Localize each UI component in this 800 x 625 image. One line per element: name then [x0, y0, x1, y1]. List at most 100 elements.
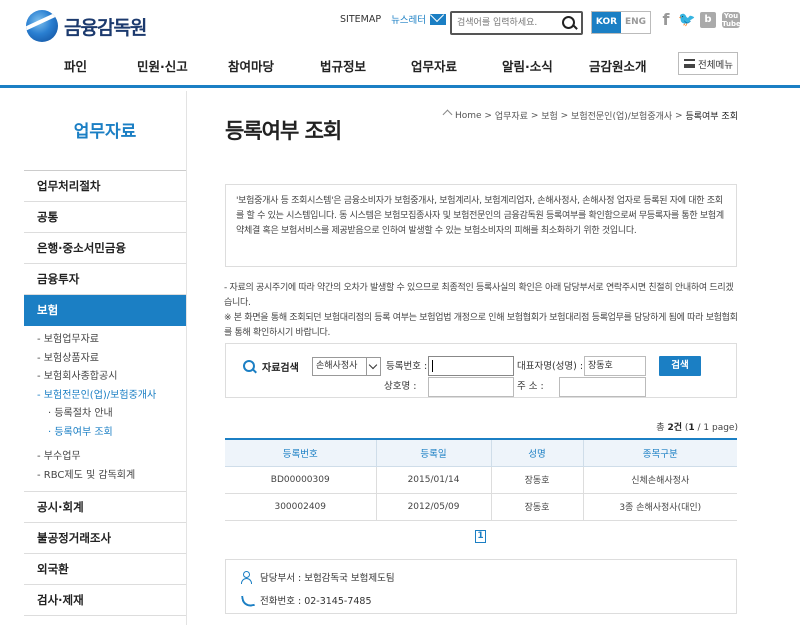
table-row[interactable]: 300002409 2012/05/09 장동호 3종 손해사정사(대인): [225, 493, 737, 521]
col-reg-no: 등록번호: [225, 439, 376, 467]
site-search: [450, 11, 583, 35]
results-table: 등록번호 등록일 성명 종목구분 BD00000309 2015/01/14 장…: [225, 438, 737, 521]
address-input[interactable]: [559, 377, 646, 397]
blog-icon[interactable]: b: [700, 12, 716, 28]
breadcrumb-item[interactable]: 업무자료: [495, 109, 528, 122]
contact-info: 담당부서 : 보험감독국 보험제도팀 전화번호 : 02-3145-7485: [225, 559, 737, 614]
sidebar-subitem[interactable]: - RBC제도 및 감독회계: [24, 467, 186, 486]
gnb-item-news[interactable]: 알림·소식: [502, 56, 553, 75]
gnb-item-regulations[interactable]: 법규정보: [320, 56, 366, 75]
search-button[interactable]: 검색: [659, 356, 701, 376]
table-row[interactable]: BD00000309 2015/01/14 장동호 신체손해사정사: [225, 466, 737, 494]
language-switch: KOR ENG: [591, 11, 651, 34]
rep-name-label: 대표자명(성명) :: [517, 361, 584, 372]
search-icon[interactable]: [561, 15, 577, 31]
pagination-page-1[interactable]: 1: [475, 530, 486, 543]
search-icon: [243, 359, 257, 374]
home-icon: [443, 112, 452, 120]
gnb-item-fine[interactable]: 파인: [64, 56, 87, 75]
col-reg-date: 등록일: [375, 439, 491, 467]
sidebar-subsubitem[interactable]: · 등록절차 안내: [24, 405, 186, 424]
sidebar-subitem[interactable]: - 보험상품자료: [24, 350, 186, 369]
breadcrumb-item[interactable]: 보험: [541, 109, 558, 122]
sidebar-item-common[interactable]: 공통: [24, 202, 186, 233]
sidebar-subitem-broker[interactable]: - 보험전문인(업)/보험중개사: [24, 387, 186, 406]
company-label: 상호명 :: [384, 381, 417, 392]
gnb-item-participation[interactable]: 참여마당: [228, 56, 274, 75]
cell-reg-date: 2015/01/14: [375, 466, 491, 494]
sidebar-submenu-insurance: - 보험업무자료 - 보험상품자료 - 보험회사종합공시 - 보험전문인(업)/…: [24, 326, 186, 492]
breadcrumb-item[interactable]: 보험전문인(업)/보험중개사: [571, 109, 672, 122]
person-icon: [241, 570, 252, 584]
sidebar: 업무자료 업무처리절차 공통 은행·중소서민금융 금융투자 보험 - 보험업무자…: [24, 91, 186, 625]
breadcrumb: Home > 업무자료 > 보험 > 보험전문인(업)/보험중개사 > 등록여부…: [443, 109, 738, 123]
sidebar-item-etc[interactable]: 기타: [24, 616, 186, 625]
cell-category: 신체손해사정사: [582, 466, 737, 494]
address-label: 주 소 :: [517, 381, 544, 392]
system-description: '보험중개사 등 조회시스템'은 금융소비자가 보험중개사, 보험계리사, 보험…: [225, 184, 737, 267]
all-menu-button[interactable]: 전체메뉴: [678, 52, 738, 75]
logo-globe-icon: [26, 10, 58, 42]
sidebar-item-investment[interactable]: 금융투자: [24, 264, 186, 295]
note-agency: ※ 본 화면을 통해 조회되던 보험대리점의 등록 여부는 보험업법 개정으로 …: [224, 313, 738, 338]
reg-no-label: 등록번호 :: [386, 361, 428, 372]
sidebar-item-bank[interactable]: 은행·중소서민금융: [24, 233, 186, 264]
sidebar-menu: 업무처리절차 공통 은행·중소서민금융 금융투자 보험 - 보험업무자료 - 보…: [24, 170, 186, 625]
sns-links: f 🐦 b You Tube: [660, 12, 746, 28]
gnb-item-complaint[interactable]: 민원·신고: [137, 56, 188, 75]
sitemap-link[interactable]: SITEMAP: [340, 14, 381, 25]
page-title: 등록여부 조회: [225, 119, 342, 143]
twitter-icon[interactable]: 🐦: [678, 12, 695, 28]
chevron-down-icon: [366, 358, 380, 375]
sidebar-subitem[interactable]: - 부수업무: [24, 448, 186, 467]
sidebar-item-disclosure[interactable]: 공시·회계: [24, 492, 186, 523]
cell-name: 장동호: [490, 466, 583, 494]
sidebar-item-insurance[interactable]: 보험: [24, 295, 186, 326]
facebook-icon[interactable]: f: [660, 12, 672, 28]
company-input[interactable]: [428, 377, 514, 397]
gnb-item-about[interactable]: 금감원소개: [589, 56, 647, 75]
lang-kor-button[interactable]: KOR: [592, 12, 621, 33]
all-menu-label: 전체메뉴: [698, 59, 733, 71]
hamburger-icon: [684, 59, 695, 68]
search-panel-label: 자료검색: [243, 359, 299, 374]
sidebar-divider: [186, 91, 187, 625]
lang-eng-button[interactable]: ENG: [621, 12, 650, 33]
cell-reg-no: 300002409: [225, 493, 376, 521]
logo-text: 금융감독원: [64, 16, 147, 39]
sidebar-subsubitem-current[interactable]: · 등록여부 조회: [24, 424, 186, 443]
cell-reg-date: 2012/05/09: [375, 493, 491, 521]
youtube-icon[interactable]: You Tube: [722, 12, 741, 28]
col-name: 성명: [490, 439, 583, 467]
site-header: 금융감독원 SITEMAP 뉴스레터 KOR ENG f 🐦 b You Tub…: [0, 0, 800, 88]
fss-logo[interactable]: 금융감독원: [26, 10, 147, 42]
mail-icon[interactable]: [430, 13, 447, 25]
result-count: 총 2건 (1 / 1 page): [656, 423, 738, 433]
type-select[interactable]: 손해사정사: [312, 357, 381, 376]
sidebar-item-unfair-trade[interactable]: 불공정거래조사: [24, 523, 186, 554]
breadcrumb-home[interactable]: Home: [455, 111, 482, 121]
rep-name-input[interactable]: 장동호: [584, 356, 646, 376]
site-search-input[interactable]: [452, 13, 552, 33]
sidebar-item-forex[interactable]: 외국환: [24, 554, 186, 585]
sidebar-title: 업무자료: [73, 122, 137, 142]
note-accuracy: - 자료의 공시주기에 따라 약간의 오차가 발생할 수 있으므로 최종적인 등…: [224, 283, 734, 308]
gnb-item-work-data[interactable]: 업무자료: [411, 56, 457, 75]
newsletter-link[interactable]: 뉴스레터: [391, 12, 426, 26]
total-count: 2건: [667, 423, 682, 433]
cell-reg-no: BD00000309: [225, 466, 376, 494]
contact-phone: 전화번호 : 02-3145-7485: [241, 593, 372, 607]
sidebar-item-inspection[interactable]: 검사·제재: [24, 585, 186, 616]
cell-name: 장동호: [490, 493, 583, 521]
contact-dept: 담당부서 : 보험감독국 보험제도팀: [241, 570, 395, 584]
sidebar-item-procedure[interactable]: 업무처리절차: [24, 171, 186, 202]
sidebar-subitem[interactable]: - 보험회사종합공시: [24, 368, 186, 387]
sidebar-subitem[interactable]: - 보험업무자료: [24, 331, 186, 350]
utility-links: SITEMAP 뉴스레터: [340, 12, 454, 26]
col-category: 종목구분: [582, 439, 737, 467]
table-header-row: 등록번호 등록일 성명 종목구분: [225, 439, 737, 467]
search-panel: 자료검색 손해사정사 등록번호 : 대표자명(성명) : 장동호 상호명 : 주…: [225, 343, 737, 398]
phone-icon: [241, 594, 254, 607]
cell-category: 3종 손해사정사(대인): [582, 493, 737, 521]
reg-no-input[interactable]: [428, 356, 514, 376]
